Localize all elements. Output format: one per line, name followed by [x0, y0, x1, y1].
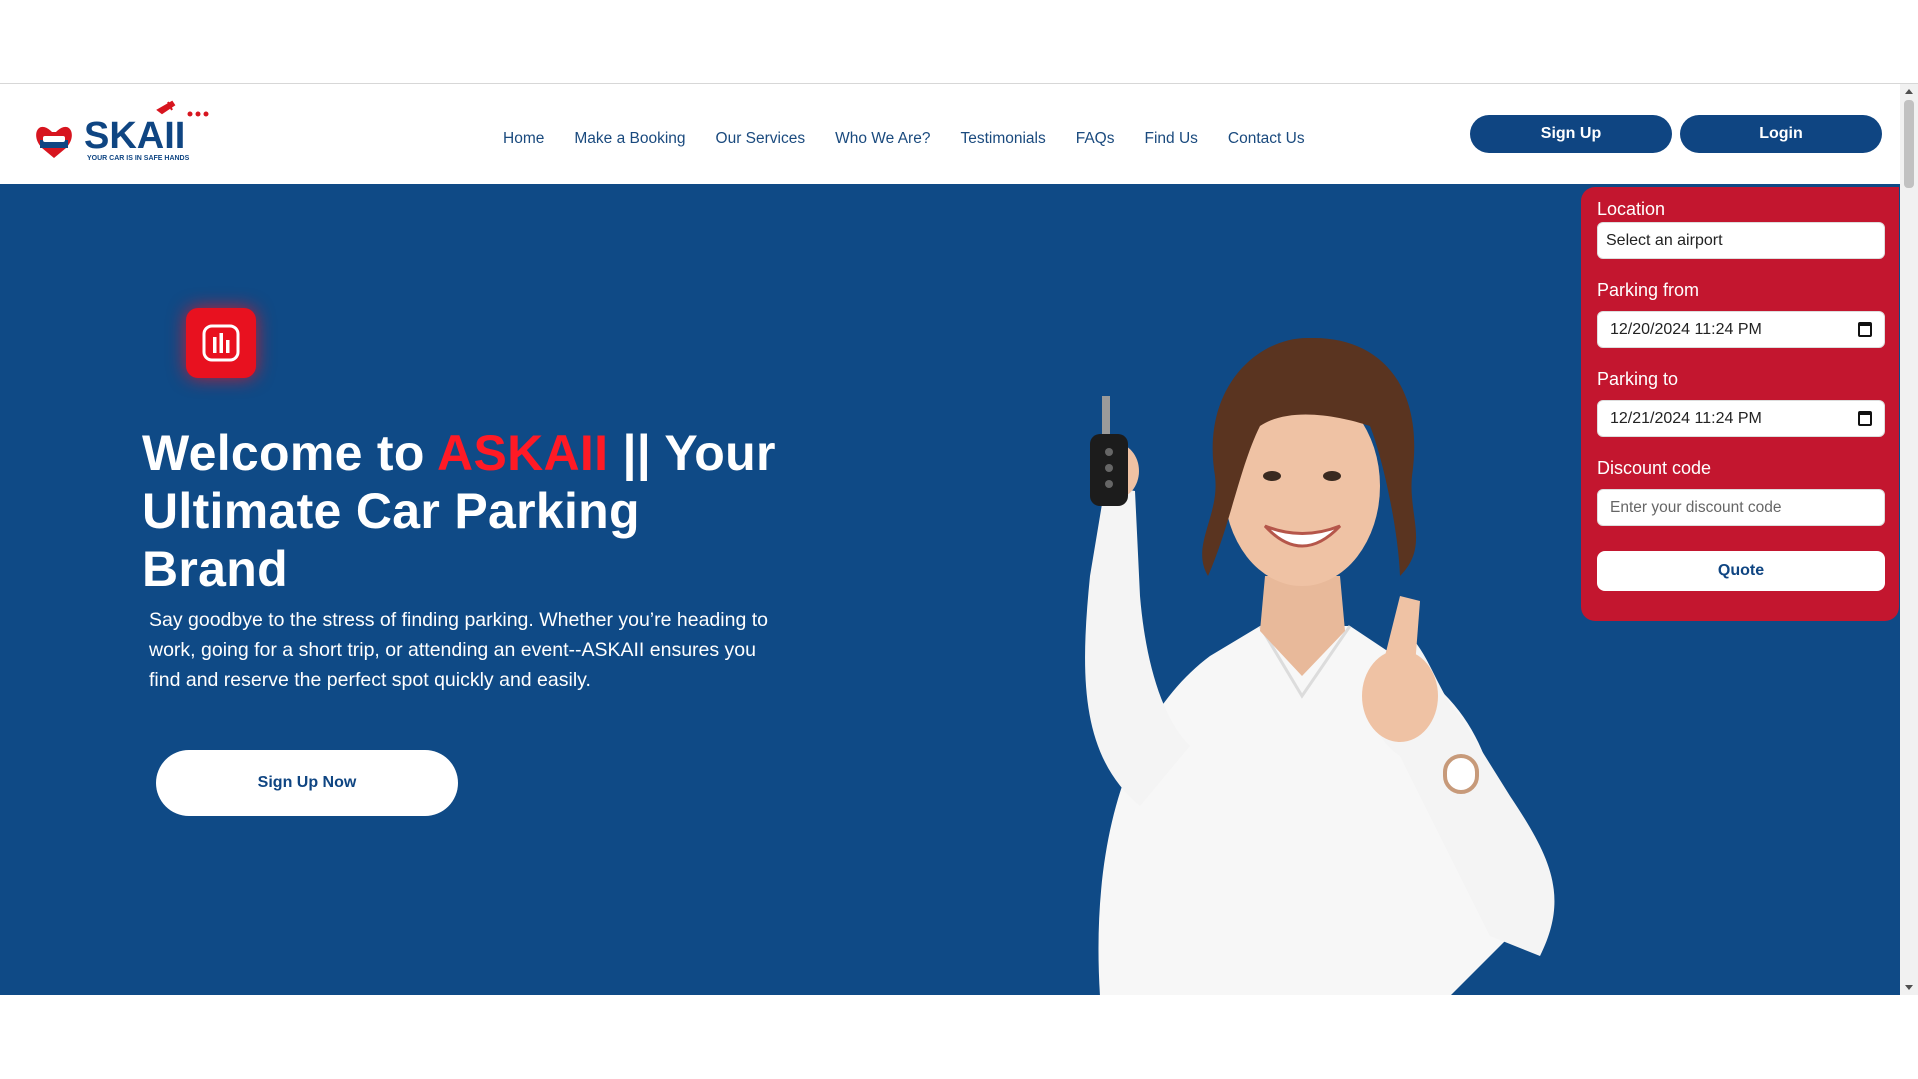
scroll-thumb[interactable]: [1904, 100, 1914, 188]
parking-to-input[interactable]: 12/21/2024 11:24 PM: [1597, 400, 1885, 437]
location-label: Location: [1597, 199, 1666, 219]
quote-button[interactable]: Quote: [1597, 551, 1885, 591]
nav-who-we-are[interactable]: Who We Are?: [835, 130, 930, 148]
hero-person-image: [1085, 337, 1555, 995]
nav-home[interactable]: Home: [503, 130, 544, 148]
site-header: SKAII YOUR CAR IS IN SAFE HANDS Home Mak…: [0, 84, 1900, 184]
signup-button[interactable]: Sign Up: [1470, 115, 1672, 153]
nav-faqs[interactable]: FAQs: [1076, 130, 1115, 148]
nav-testimonials[interactable]: Testimonials: [960, 130, 1045, 148]
logo-tagline: YOUR CAR IS IN SAFE HANDS: [87, 155, 190, 162]
calendar-icon[interactable]: [1858, 411, 1872, 426]
scroll-down-arrow-icon[interactable]: [1905, 985, 1913, 990]
scroll-up-arrow-icon[interactable]: [1905, 89, 1913, 94]
bar-chart-icon: [186, 308, 256, 378]
car-heart-icon: [36, 126, 72, 158]
discount-code-label: Discount code: [1597, 458, 1712, 478]
page: SKAII YOUR CAR IS IN SAFE HANDS Home Mak…: [0, 0, 1918, 1079]
calendar-icon[interactable]: [1858, 322, 1872, 337]
parking-from-value: 12/20/2024 11:24 PM: [1610, 320, 1762, 338]
nav-make-a-booking[interactable]: Make a Booking: [574, 130, 685, 148]
signup-now-button[interactable]: Sign Up Now: [156, 750, 458, 816]
discount-code-input[interactable]: Enter your discount code: [1597, 489, 1885, 526]
brand-logo[interactable]: SKAII YOUR CAR IS IN SAFE HANDS: [30, 96, 220, 168]
parking-to-value: 12/21/2024 11:24 PM: [1610, 409, 1762, 427]
hero-title-prefix: Welcome to: [142, 425, 438, 481]
parking-from-label: Parking from: [1597, 280, 1700, 300]
booking-form: Location Select an airport Parking from …: [1581, 187, 1899, 621]
nav-our-services[interactable]: Our Services: [716, 130, 806, 148]
hero-description: Say goodbye to the stress of finding par…: [149, 609, 768, 691]
hero-title: Welcome to ASKAII || Your Ultimate Car P…: [142, 424, 792, 598]
logo-text: SKAII: [84, 115, 185, 157]
nav-find-us[interactable]: Find Us: [1145, 130, 1198, 148]
main-nav: Home Make a Booking Our Services Who We …: [503, 130, 1335, 148]
nav-contact-us[interactable]: Contact Us: [1228, 130, 1305, 148]
parking-to-label: Parking to: [1597, 369, 1679, 389]
page-scrollbar[interactable]: [1900, 84, 1918, 995]
login-button[interactable]: Login: [1680, 115, 1882, 153]
parking-from-input[interactable]: 12/20/2024 11:24 PM: [1597, 311, 1885, 348]
hero-title-brand: ASKAII: [437, 425, 609, 481]
location-select[interactable]: Select an airport: [1597, 222, 1885, 259]
